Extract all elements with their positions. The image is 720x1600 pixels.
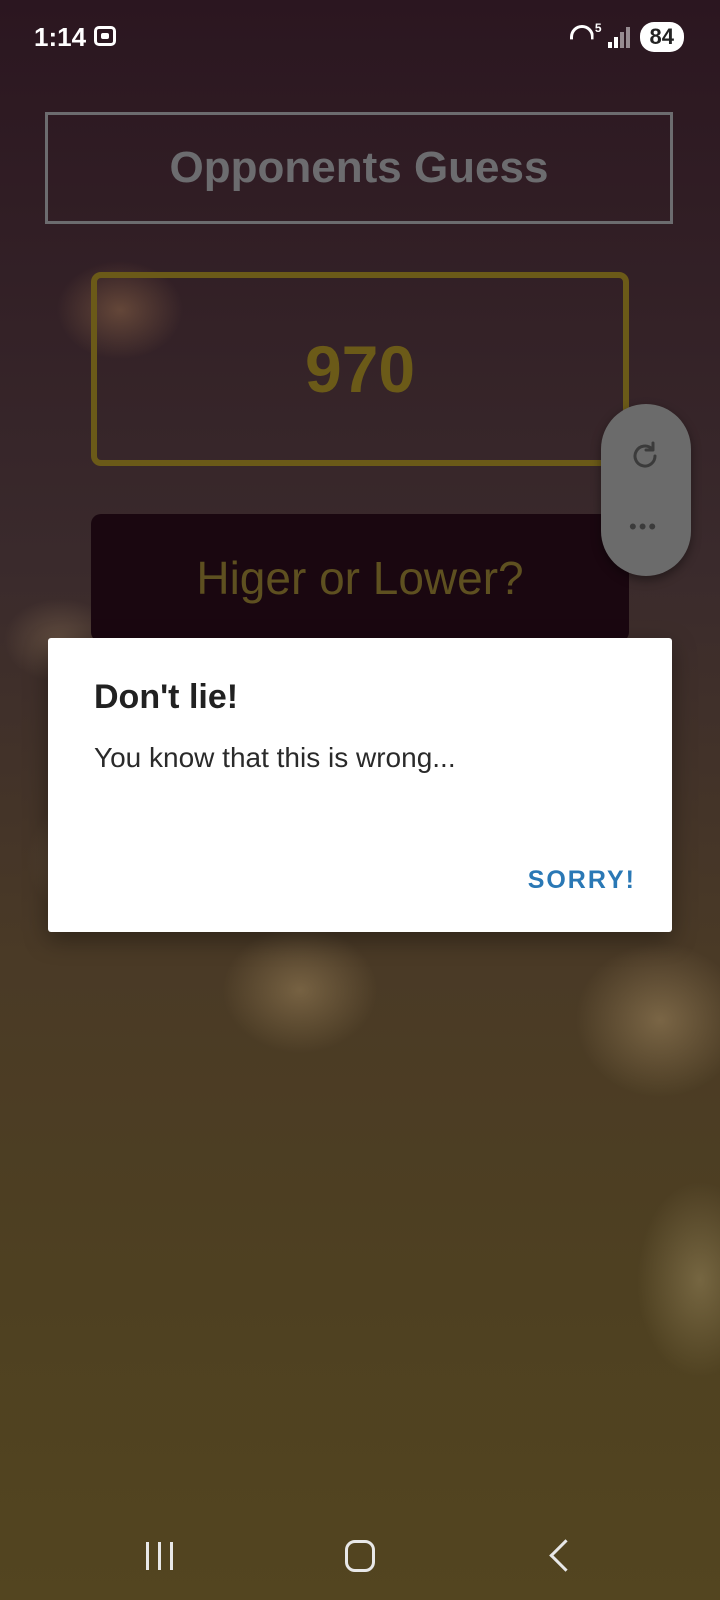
back-button[interactable] [549, 1539, 582, 1572]
refresh-icon[interactable] [629, 440, 661, 472]
sorry-button[interactable]: SORRY! [528, 866, 636, 895]
battery-badge: 84 [639, 22, 684, 52]
dialog-message: You know that this is wrong... [94, 742, 456, 773]
status-icons: 5 84 [568, 21, 684, 52]
higher-lower-prompt: Higer or Lower? [91, 514, 629, 642]
more-icon[interactable]: ••• [629, 516, 663, 538]
signal-icon [607, 26, 630, 48]
higher-lower-text: Higer or Lower? [196, 552, 524, 604]
home-button[interactable] [345, 1540, 375, 1572]
recents-button[interactable] [146, 1542, 173, 1570]
page-title-text: Opponents Guess [169, 143, 549, 192]
dialog-title: Don't lie! [94, 678, 239, 716]
wifi-icon: 5 [568, 21, 602, 49]
page-title: Opponents Guess [45, 112, 673, 224]
floating-control-panel: ••• [601, 404, 691, 576]
guess-value: 970 [304, 332, 416, 406]
status-time: 1:14 [34, 22, 87, 52]
status-bar: 1:14 5 84 [0, 0, 720, 72]
screen-capture-icon [94, 26, 116, 46]
alert-dialog: Don't lie! You know that this is wrong..… [48, 638, 672, 932]
navigation-bar [0, 1520, 720, 1600]
guess-display: 970 [91, 272, 629, 466]
wifi-band-label: 5 [594, 21, 602, 35]
